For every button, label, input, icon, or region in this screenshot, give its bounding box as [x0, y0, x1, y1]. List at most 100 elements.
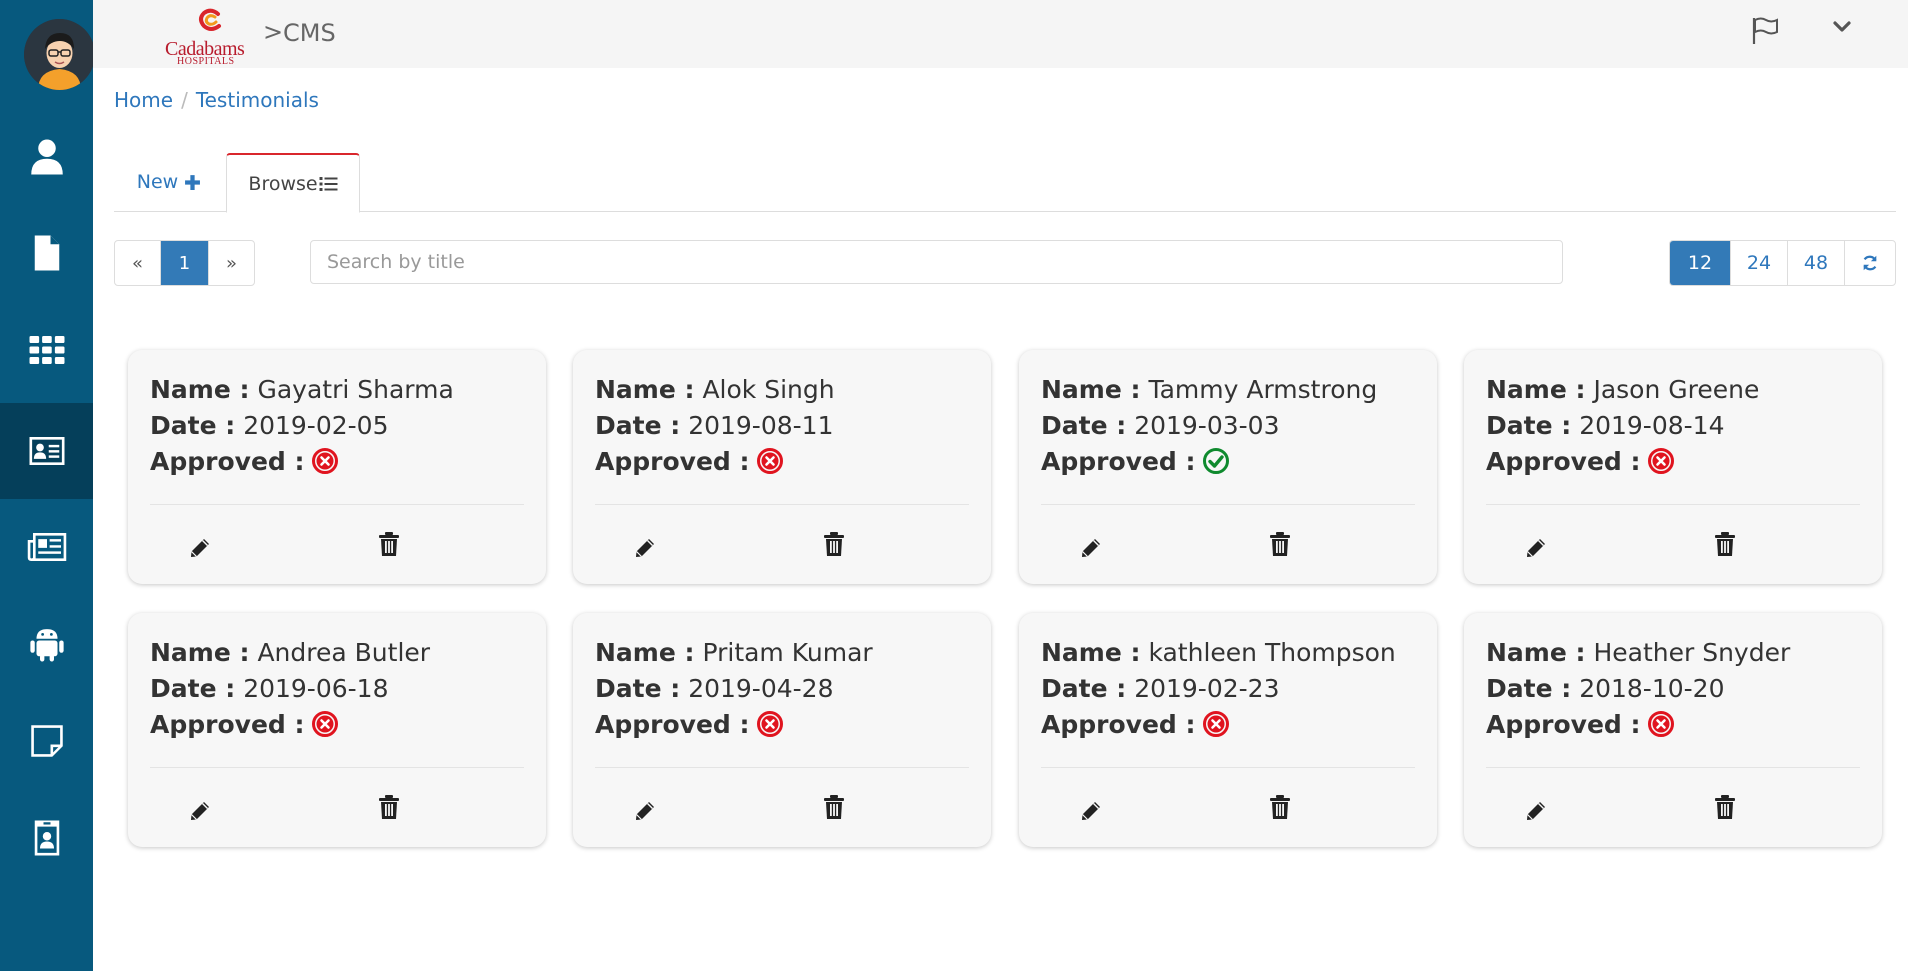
delete-button[interactable] [1714, 531, 1736, 557]
trash-icon [1270, 795, 1290, 819]
search-input[interactable] [310, 240, 1563, 284]
sidebar-item-apps[interactable] [0, 302, 93, 398]
sidebar-item-notes[interactable] [0, 693, 93, 789]
edit-button[interactable] [188, 799, 212, 823]
trash-icon [1270, 532, 1290, 556]
edit-button[interactable] [1524, 536, 1548, 560]
not-approved-x-icon [311, 447, 339, 475]
id-card-icon [29, 437, 64, 465]
avatar-illustration-icon [24, 19, 95, 90]
testimonial-name: Heather Snyder [1593, 638, 1791, 667]
edit-button[interactable] [1079, 799, 1103, 823]
delete-button[interactable] [823, 794, 845, 820]
date-label: Date : [150, 411, 236, 440]
testimonial-card: Name : Heather Snyder Date : 2018-10-20 … [1464, 613, 1882, 847]
not-approved-x-icon [1202, 710, 1230, 738]
testimonial-date: 2019-03-03 [1134, 411, 1280, 440]
refresh-button[interactable] [1845, 241, 1895, 285]
edit-button[interactable] [188, 536, 212, 560]
logo-subtext: HOSPITALS [177, 56, 235, 67]
approved-label: Approved : [1486, 710, 1641, 739]
pagination: « 1 » [114, 240, 255, 286]
edit-button[interactable] [633, 799, 657, 823]
not-approved-x-icon [1647, 447, 1675, 475]
breadcrumb-current[interactable]: Testimonials [196, 88, 319, 112]
card-divider [1041, 767, 1415, 768]
pencil-icon [1082, 802, 1100, 820]
date-label: Date : [1486, 674, 1572, 703]
page-size-option[interactable]: 12 [1670, 241, 1731, 285]
delete-button[interactable] [823, 531, 845, 557]
tab-new[interactable]: New [114, 153, 224, 211]
pencil-icon [191, 539, 209, 557]
testimonial-card: Name : Alok Singh Date : 2019-08-11 Appr… [573, 350, 991, 584]
sidebar-item-news[interactable] [0, 499, 93, 595]
delete-button[interactable] [1714, 794, 1736, 820]
testimonial-card: Name : kathleen Thompson Date : 2019-02-… [1019, 613, 1437, 847]
delete-button[interactable] [1269, 531, 1291, 557]
name-label: Name : [1486, 375, 1586, 404]
file-icon [34, 235, 59, 271]
pencil-icon [191, 802, 209, 820]
not-approved-x-icon [1647, 710, 1675, 738]
testimonial-name: Andrea Butler [257, 638, 431, 667]
approved-check-icon [1202, 447, 1230, 475]
tab-browse[interactable]: Browse [226, 153, 360, 213]
sidebar-item-testimonials[interactable] [0, 403, 93, 499]
testimonial-date: 2019-08-11 [688, 411, 834, 440]
top-bar: Cadabams HOSPITALS > CMS [93, 0, 1908, 68]
breadcrumb-home-link[interactable]: Home [114, 88, 173, 112]
trash-icon [379, 795, 399, 819]
date-label: Date : [595, 674, 681, 703]
sidebar-item-badges[interactable] [0, 790, 93, 886]
trash-icon [1715, 532, 1735, 556]
list-icon [319, 176, 338, 191]
not-approved-x-icon [311, 710, 339, 738]
pencil-icon [636, 539, 654, 557]
pagination-prev[interactable]: « [115, 241, 161, 285]
delete-button[interactable] [1269, 794, 1291, 820]
approved-label: Approved : [1041, 710, 1196, 739]
refresh-icon [1863, 255, 1877, 271]
testimonial-name: Alok Singh [702, 375, 835, 404]
date-label: Date : [595, 411, 681, 440]
pencil-icon [1527, 802, 1545, 820]
delete-button[interactable] [378, 531, 400, 557]
testimonial-name: Gayatri Sharma [257, 375, 454, 404]
testimonial-date: 2019-04-28 [688, 674, 834, 703]
testimonial-name: Pritam Kumar [702, 638, 873, 667]
tab-bar: New Browse [114, 153, 1896, 213]
breadcrumb: Home / Testimonials [114, 88, 319, 112]
pagination-next[interactable]: » [209, 241, 254, 285]
user-avatar[interactable] [24, 19, 95, 90]
name-label: Name : [1486, 638, 1586, 667]
sidebar-item-users[interactable] [0, 109, 93, 205]
testimonial-card: Name : Gayatri Sharma Date : 2019-02-05 … [128, 350, 546, 584]
edit-button[interactable] [633, 536, 657, 560]
sidebar-item-pages[interactable] [0, 205, 93, 301]
approved-label: Approved : [150, 447, 305, 476]
tab-browse-label: Browse [248, 172, 318, 195]
approved-label: Approved : [595, 447, 750, 476]
page-size-option[interactable]: 24 [1731, 241, 1788, 285]
id-badge-icon [34, 820, 59, 856]
flag-button[interactable] [1748, 14, 1782, 46]
pagination-page-current[interactable]: 1 [161, 241, 209, 285]
testimonial-card: Name : Andrea Butler Date : 2019-06-18 A… [128, 613, 546, 847]
card-divider [1486, 504, 1860, 505]
testimonial-date: 2019-02-05 [243, 411, 389, 440]
edit-button[interactable] [1079, 536, 1103, 560]
tab-new-label: New [136, 171, 179, 193]
page-size-option[interactable]: 48 [1788, 241, 1845, 285]
sidebar-item-android[interactable] [0, 596, 93, 692]
user-menu-toggle[interactable] [1827, 12, 1857, 42]
plus-icon [185, 174, 201, 190]
delete-button[interactable] [378, 794, 400, 820]
card-divider [150, 504, 524, 505]
trash-icon [379, 532, 399, 556]
trash-icon [824, 795, 844, 819]
testimonial-name: kathleen Thompson [1148, 638, 1396, 667]
newspaper-icon [27, 533, 66, 561]
brand-logo[interactable]: Cadabams HOSPITALS [165, 8, 257, 67]
edit-button[interactable] [1524, 799, 1548, 823]
